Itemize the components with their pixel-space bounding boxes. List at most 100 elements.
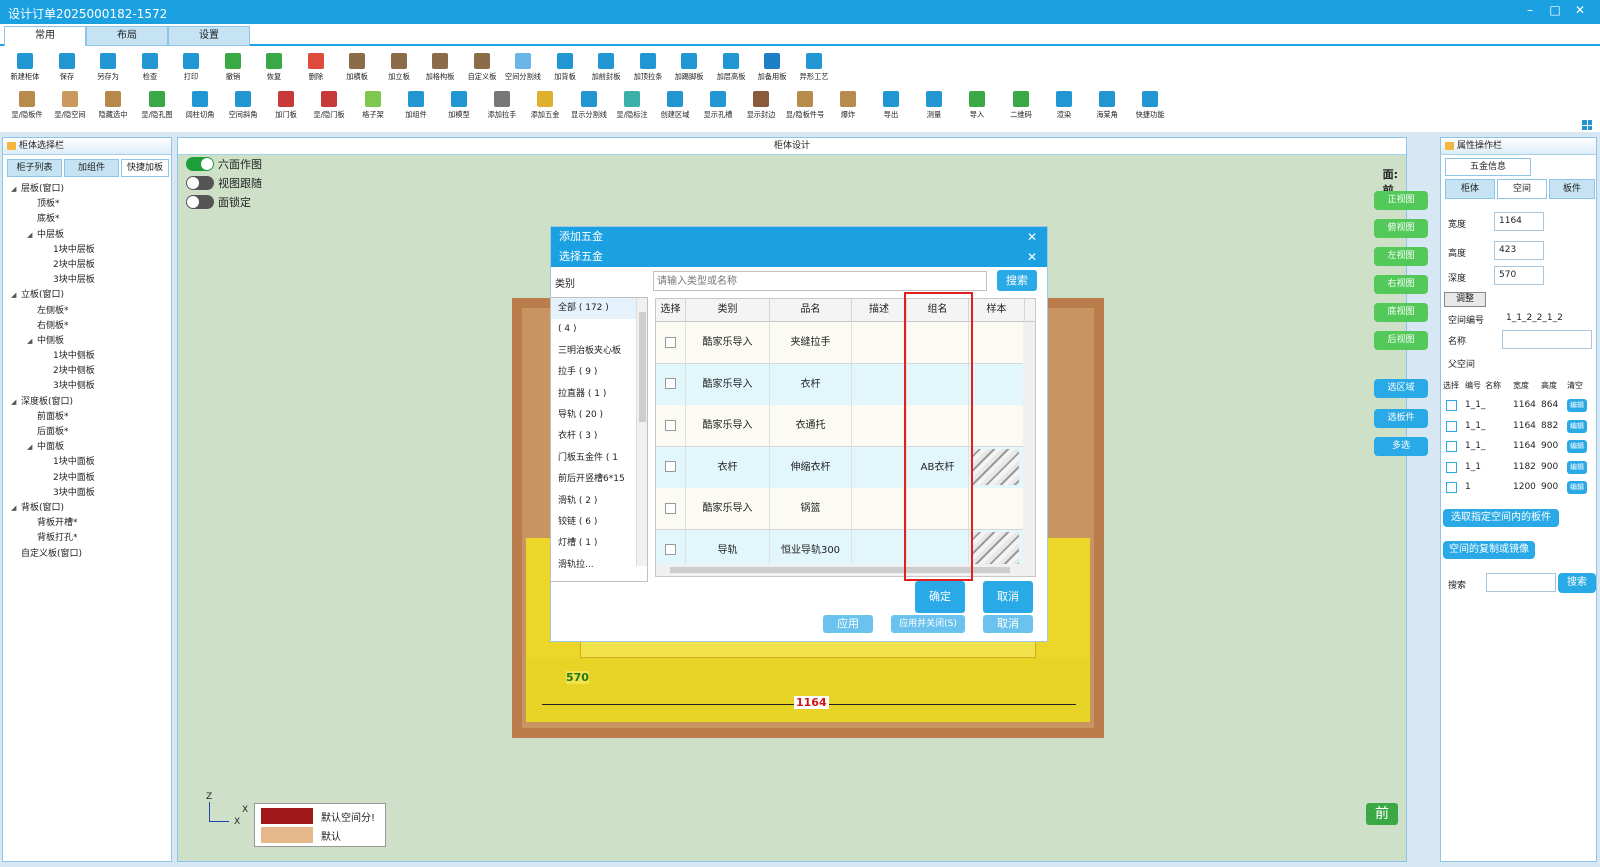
space-table-row[interactable]: 1_1_ 1164 864 编辑 <box>1443 396 1593 416</box>
row-checkbox[interactable] <box>656 446 686 488</box>
adjust-button[interactable]: 调整 <box>1444 292 1486 307</box>
space-table-row[interactable]: 1_1_ 1164 882 编辑 <box>1443 417 1593 437</box>
width-field[interactable]: 1164 <box>1494 212 1544 231</box>
toolbar-button[interactable]: 加组件 <box>394 88 438 128</box>
toolbar-button[interactable]: 加模型 <box>437 88 481 128</box>
tab-settings[interactable]: 设置 <box>168 26 250 46</box>
checkbox-icon[interactable] <box>665 461 676 472</box>
category-scrollbar[interactable] <box>636 298 647 566</box>
tree-item[interactable]: 2块中层板 <box>11 258 95 273</box>
tab-space[interactable]: 空间 <box>1497 179 1547 199</box>
tree-item[interactable]: 2块中面板 <box>11 471 95 486</box>
category-item[interactable]: 全部 ( 172 ) <box>551 298 647 320</box>
view-follow-toggle[interactable] <box>186 176 214 190</box>
maximize-button[interactable]: □ <box>1545 3 1565 17</box>
hardware-search-input[interactable] <box>653 271 987 291</box>
expand-arrow-icon[interactable]: ◢ <box>27 228 37 243</box>
space-table-row[interactable]: 1_1 1182 900 编辑 <box>1443 458 1593 478</box>
table-row[interactable]: 酷家乐导入 锅篮 <box>656 488 1035 530</box>
toolbar-button[interactable]: 显示孔槽 <box>696 88 740 128</box>
category-item[interactable]: 三明治板夹心板 <box>551 341 647 362</box>
row-checkbox[interactable] <box>656 322 686 363</box>
toolbar-button[interactable]: 加门板 <box>264 88 308 128</box>
tab-hardware-info[interactable]: 五金信息 <box>1445 158 1531 176</box>
toolbar-button[interactable]: 空间分割线 <box>501 50 545 90</box>
tree-item[interactable]: ◢ 深度板(窗口) <box>11 395 95 410</box>
toolbar-button[interactable]: 创建区域 <box>653 88 697 128</box>
bottom-view-button[interactable]: 底视图 <box>1374 303 1428 322</box>
tab-cabinet[interactable]: 柜体 <box>1445 179 1495 199</box>
tree-item[interactable]: ◢ 中侧板 <box>11 334 95 349</box>
edit-space-button[interactable]: 编辑 <box>1567 419 1587 433</box>
tab-board[interactable]: 板件 <box>1549 179 1595 199</box>
table-row[interactable]: 衣杆 伸缩衣杆 AB衣杆 <box>656 446 1035 489</box>
grid-hscroll[interactable] <box>656 564 1035 576</box>
space-search-button[interactable]: 搜索 <box>1558 573 1596 593</box>
face-lock-toggle[interactable] <box>186 195 214 209</box>
toolbar-button[interactable]: 显示封边 <box>739 88 783 128</box>
edit-space-button[interactable]: 编辑 <box>1567 460 1587 474</box>
right-view-button[interactable]: 右视图 <box>1374 275 1428 294</box>
tab-add-component[interactable]: 加组件 <box>64 159 119 177</box>
back-cancel-button[interactable]: 取消 <box>983 615 1033 633</box>
category-item[interactable]: 滑轨 ( 2 ) <box>551 491 647 512</box>
toolbar-button[interactable]: 导出 <box>869 88 913 128</box>
toolbar-button[interactable]: 显/隐板件 <box>5 88 49 128</box>
column-header[interactable]: 品名 <box>770 299 852 322</box>
category-item[interactable]: 滑轨拉... <box>551 555 647 576</box>
tree-item[interactable]: ◢ 背板(窗口) <box>11 501 95 516</box>
toolbar-button[interactable]: 渲染 <box>1042 88 1086 128</box>
row-checkbox[interactable] <box>656 405 686 446</box>
toolbar-button[interactable]: 检查 <box>128 50 172 90</box>
toolbar-button[interactable]: 测量 <box>912 88 956 128</box>
apply-button[interactable]: 应用 <box>823 615 873 633</box>
tree-item[interactable]: 顶板* <box>11 197 95 212</box>
table-row[interactable]: 酷家乐导入 衣通托 <box>656 405 1035 447</box>
space-row-checkbox[interactable] <box>1446 441 1457 452</box>
tree-item[interactable]: 1块中面板 <box>11 455 95 470</box>
tree-item[interactable]: 3块中层板 <box>11 273 95 288</box>
tree-item[interactable]: 3块中面板 <box>11 486 95 501</box>
top-view-button[interactable]: 俯视图 <box>1374 219 1428 238</box>
edit-space-button[interactable]: 编辑 <box>1567 440 1587 453</box>
toolbar-button[interactable]: 快捷功能 <box>1128 88 1172 128</box>
toolbar-button[interactable]: 加备用板 <box>750 50 794 90</box>
space-row-checkbox[interactable] <box>1446 420 1457 432</box>
category-list[interactable]: 全部 ( 172 ) ( 4 ) 三明治板夹心板 拉手 ( 9 ) 拉直器 ( 1 )… <box>550 297 648 582</box>
toolbar-button[interactable]: 显/隐孔图 <box>135 88 179 128</box>
tree-item[interactable]: ◢ 立板(窗口) <box>11 288 95 303</box>
toolbar-button[interactable]: 加前封板 <box>584 50 628 90</box>
toolbar-button[interactable]: 另存为 <box>86 50 130 90</box>
space-search-input[interactable] <box>1486 573 1556 592</box>
grid-vscroll[interactable] <box>1023 322 1035 564</box>
category-item[interactable]: ( 4 ) <box>551 319 647 340</box>
back-view-button[interactable]: 后视图 <box>1374 331 1428 350</box>
table-row[interactable]: 酷家乐导入 夹缝拉手 <box>656 322 1035 364</box>
minimize-button[interactable]: – <box>1520 3 1540 17</box>
space-row-checkbox[interactable] <box>1446 400 1457 411</box>
multi-select-button[interactable]: 多选 <box>1374 437 1428 456</box>
ok-button[interactable]: 确定 <box>915 581 965 613</box>
tree-item[interactable]: 3块中侧板 <box>11 379 95 394</box>
row-checkbox[interactable] <box>656 363 686 405</box>
tree-item[interactable]: 左侧板* <box>11 304 95 319</box>
tab-quick-add-board[interactable]: 快捷加板 <box>121 159 169 177</box>
toolbar-button[interactable]: 加顶拉条 <box>626 50 670 90</box>
column-header[interactable]: 样本 <box>969 299 1025 322</box>
toolbar-button[interactable]: 显/隐空间 <box>48 88 92 128</box>
toolbar-button[interactable]: 格子架 <box>351 88 395 128</box>
select-hardware-close-icon[interactable]: ✕ <box>1027 247 1037 267</box>
tab-common[interactable]: 常用 <box>4 26 86 46</box>
toolbar-button[interactable]: 异形工艺 <box>792 50 836 90</box>
column-header[interactable]: 选择 <box>656 299 686 322</box>
checkbox-icon[interactable] <box>665 419 676 431</box>
toolbar-button[interactable]: 删除 <box>294 50 338 90</box>
toolbar-button[interactable]: 显/隐板件号 <box>783 88 827 128</box>
tree-item[interactable]: ◢ 中层板 <box>11 228 95 243</box>
front-view-button[interactable]: 正视图 <box>1374 191 1428 210</box>
toolbar-button[interactable]: 保存 <box>45 50 89 90</box>
table-row[interactable]: 酷家乐导入 衣杆 <box>656 363 1035 406</box>
category-item[interactable]: 拉手 ( 9 ) <box>551 362 647 383</box>
category-item[interactable]: 前后开竖槽6*15 <box>551 469 647 490</box>
toolbar-button[interactable]: 爆炸 <box>826 88 870 128</box>
